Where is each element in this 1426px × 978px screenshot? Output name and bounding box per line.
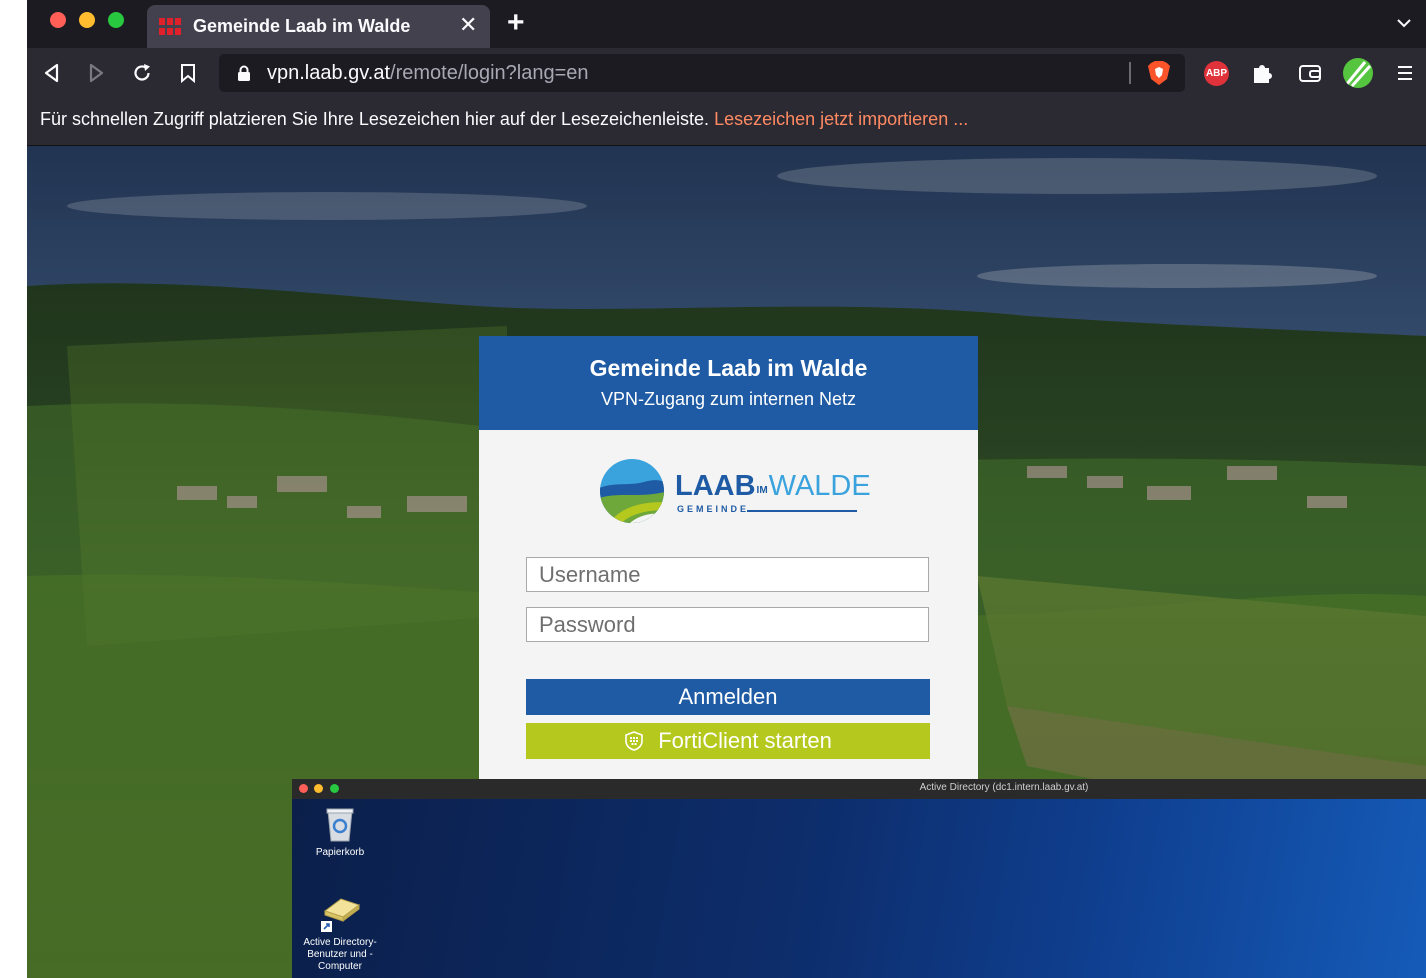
- desktop-icon-label: Active Directory-Benutzer und -Computer: [303, 937, 377, 972]
- municipality-logo: LAABIMWALDE GEMEINDE: [597, 456, 871, 526]
- remote-desktop-window[interactable]: Active Directory (dc1.intern.laab.gv.at)…: [292, 779, 1426, 978]
- logo-underline: [747, 510, 857, 512]
- url-path: /remote/login?lang=en: [390, 62, 589, 84]
- login-title: Gemeinde Laab im Walde: [589, 355, 868, 381]
- back-arrow-icon[interactable]: [41, 62, 63, 84]
- logo-gemeinde: GEMEINDE: [677, 504, 750, 514]
- lock-icon: [238, 65, 250, 81]
- bookmark-icon[interactable]: [177, 62, 199, 84]
- url-domain: vpn.laab.gv.at: [267, 62, 391, 84]
- username-input[interactable]: [526, 557, 929, 592]
- bookmarks-toolbar: Für schnellen Zugriff platzieren Sie Ihr…: [27, 98, 1426, 146]
- browser-window: Gemeinde Laab im Walde ✕ + vpn.laab.gv.a…: [27, 0, 1426, 978]
- chevron-down-icon[interactable]: [1395, 14, 1413, 32]
- desktop-icon-label: Papierkorb: [315, 847, 365, 858]
- remote-desktop-title: Active Directory (dc1.intern.laab.gv.at): [919, 782, 1089, 793]
- brave-shield-icon[interactable]: [1147, 60, 1171, 86]
- forticlient-shield-icon: [625, 731, 643, 751]
- close-icon[interactable]: ✕: [459, 14, 477, 36]
- login-header: Gemeinde Laab im Walde VPN-Zugang zum in…: [479, 336, 978, 430]
- url-separator: [1129, 62, 1131, 84]
- login-button-label: Anmelden: [678, 684, 778, 709]
- extensions-icon[interactable]: [1249, 60, 1275, 86]
- recycle-bin-icon: [326, 808, 354, 842]
- adblock-plus-icon[interactable]: ABP: [1204, 61, 1229, 86]
- navigation-toolbar: vpn.laab.gv.at/remote/login?lang=en ABP: [27, 48, 1426, 98]
- logo-im: IM: [756, 485, 768, 496]
- url-text: vpn.laab.gv.at/remote/login?lang=en: [267, 62, 589, 85]
- bookmarks-hint: Für schnellen Zugriff platzieren Sie Ihr…: [40, 109, 968, 130]
- remote-desktop-titlebar[interactable]: Active Directory (dc1.intern.laab.gv.at): [292, 779, 1426, 799]
- login-button[interactable]: Anmelden: [526, 679, 930, 715]
- logo-walde: WALDE: [768, 470, 871, 502]
- logo-globe-icon: [600, 459, 664, 523]
- forward-arrow-icon[interactable]: [85, 62, 107, 84]
- forticlient-button[interactable]: FortiClient starten: [526, 723, 930, 759]
- tab-strip: Gemeinde Laab im Walde ✕ +: [27, 0, 1426, 48]
- login-card: Gemeinde Laab im Walde VPN-Zugang zum in…: [479, 336, 978, 786]
- remote-desktop-screen: Papierkorb Active Directory-Benutzer und…: [292, 799, 1426, 978]
- login-subtitle: VPN-Zugang zum internen Netz: [600, 389, 857, 409]
- address-bar[interactable]: vpn.laab.gv.at/remote/login?lang=en: [219, 54, 1185, 92]
- import-bookmarks-link[interactable]: Lesezeichen jetzt importieren ...: [714, 109, 968, 129]
- tab-gemeinde-laab[interactable]: Gemeinde Laab im Walde ✕: [147, 5, 490, 48]
- active-directory-icon: [321, 898, 361, 932]
- bookmarks-message: Für schnellen Zugriff platzieren Sie Ihr…: [40, 109, 710, 129]
- forticlient-button-label: FortiClient starten: [658, 728, 832, 753]
- logo-wordmark: LAABIMWALDE: [675, 470, 871, 503]
- logo-laab: LAAB: [675, 470, 756, 502]
- fortinet-icon: [159, 18, 181, 35]
- profile-avatar-icon[interactable]: [1343, 58, 1373, 88]
- password-input[interactable]: [526, 607, 929, 642]
- reload-icon[interactable]: [131, 62, 153, 84]
- desktop-icon-active-directory[interactable]: Active Directory-Benutzer und -Computer: [292, 893, 388, 973]
- plus-icon[interactable]: +: [507, 8, 525, 38]
- close-window-button[interactable]: [50, 12, 66, 28]
- wallet-icon[interactable]: [1297, 60, 1323, 86]
- minimize-window-button[interactable]: [79, 12, 95, 28]
- tab-title: Gemeinde Laab im Walde: [193, 16, 411, 36]
- desktop-icon-recycle-bin[interactable]: Papierkorb: [292, 807, 388, 859]
- menu-icon[interactable]: [1393, 60, 1419, 86]
- maximize-window-button[interactable]: [108, 12, 124, 28]
